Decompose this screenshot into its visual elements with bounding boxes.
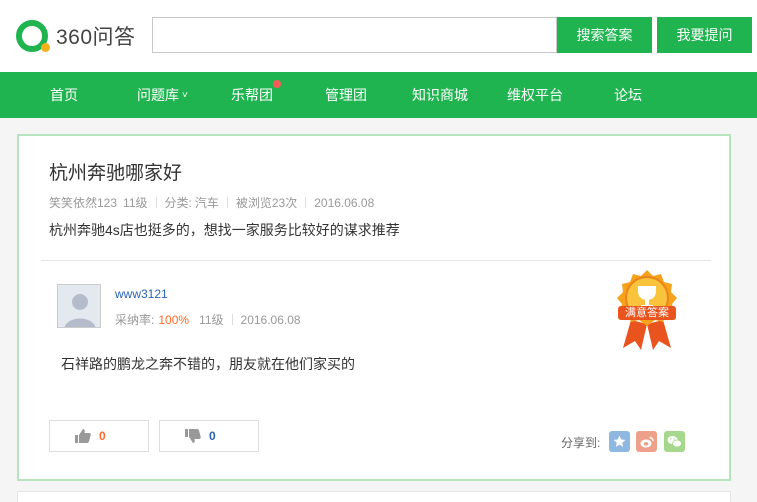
satisfied-answer-badge: 满意答案 (613, 268, 681, 352)
qzone-icon (613, 435, 626, 447)
nav-item-knowledge-mall[interactable]: 知识商城 (412, 72, 468, 118)
nav-label: 知识商城 (412, 87, 468, 103)
weibo-share-button[interactable] (636, 431, 657, 452)
next-card (17, 491, 731, 502)
nav-item-admin-team[interactable]: 管理团 (325, 72, 367, 118)
adopt-label: 采纳率: (115, 313, 155, 327)
answer-meta: 采纳率: 100% 11级 2016.06.08 (115, 311, 301, 328)
nav-label: 乐帮团 (231, 87, 273, 103)
question-title: 杭州奔驰哪家好 (49, 163, 183, 184)
header: 360问答 搜索答案 我要提问 (0, 0, 757, 72)
question-meta: 笑笑依然123 11级 分类: 汽车 被浏览23次 2016.06.08 (49, 194, 374, 211)
nav-item-rights-platform[interactable]: 维权平台 (507, 72, 563, 118)
upvote-count: 0 (99, 429, 106, 443)
question-date: 2016.06.08 (314, 195, 375, 210)
nav-item-help-team[interactable]: 乐帮团 (231, 72, 281, 118)
search-input[interactable] (152, 17, 557, 53)
wechat-icon (667, 436, 682, 448)
chevron-down-icon: ˅ (182, 90, 188, 101)
category-link[interactable]: 汽车 (195, 194, 219, 211)
logo-text: 360问答 (56, 26, 136, 49)
qzone-share-button[interactable] (609, 431, 630, 452)
nav-label: 首页 (50, 87, 78, 103)
question-card: 杭州奔驰哪家好 笑笑依然123 11级 分类: 汽车 被浏览23次 2016.0… (17, 134, 731, 481)
meta-divider (305, 197, 307, 208)
answerer-name[interactable]: www3121 (115, 287, 168, 301)
downvote-button[interactable]: 0 (159, 420, 259, 452)
answerer-level: 11级 (199, 313, 224, 327)
upvote-button[interactable]: 0 (49, 420, 149, 452)
main-nav: 首页 问题库 ˅ 乐帮团 管理团 知识商城 维权平台 论坛 (0, 72, 757, 118)
logo-icon (16, 20, 50, 52)
badge-text: 满意答案 (625, 307, 669, 319)
category-label: 分类: (164, 196, 192, 210)
nav-item-home[interactable]: 首页 (50, 72, 78, 118)
weibo-icon (640, 436, 654, 447)
adopt-rate: 100% (158, 312, 190, 327)
question-body: 杭州奔驰4s店也挺多的，想找一家服务比较好的谋求推荐 (49, 222, 400, 238)
ask-question-button[interactable]: 我要提问 (657, 17, 752, 53)
view-count: 被浏览23次 (235, 196, 298, 210)
nav-label: 管理团 (325, 87, 367, 103)
share-label: 分享到: (561, 436, 601, 450)
question-author-level: 11级 (123, 196, 148, 210)
avatar-placeholder-icon (58, 285, 100, 327)
nav-item-question-library[interactable]: 问题库 ˅ (137, 72, 188, 118)
thumbs-up-icon (75, 429, 91, 443)
thumbs-down-icon (185, 429, 201, 443)
nav-label: 论坛 (614, 87, 642, 103)
question-author[interactable]: 笑笑依然123 (49, 194, 117, 211)
wechat-share-button[interactable] (664, 431, 685, 452)
answer-body: 石祥路的鹏龙之奔不错的，朋友就在他们家买的 (61, 356, 355, 372)
logo[interactable]: 360问答 (16, 20, 136, 52)
meta-divider (226, 197, 228, 208)
answer-date: 2016.06.08 (240, 312, 301, 327)
avatar[interactable] (57, 284, 101, 328)
nav-label: 问题库 (137, 87, 179, 103)
meta-divider (155, 197, 157, 208)
downvote-count: 0 (209, 429, 216, 443)
nav-item-forum[interactable]: 论坛 (614, 72, 642, 118)
meta-divider (231, 314, 233, 325)
notification-dot-icon (273, 80, 281, 88)
divider (41, 260, 711, 261)
search-button[interactable]: 搜索答案 (557, 17, 652, 53)
nav-label: 维权平台 (507, 87, 563, 103)
